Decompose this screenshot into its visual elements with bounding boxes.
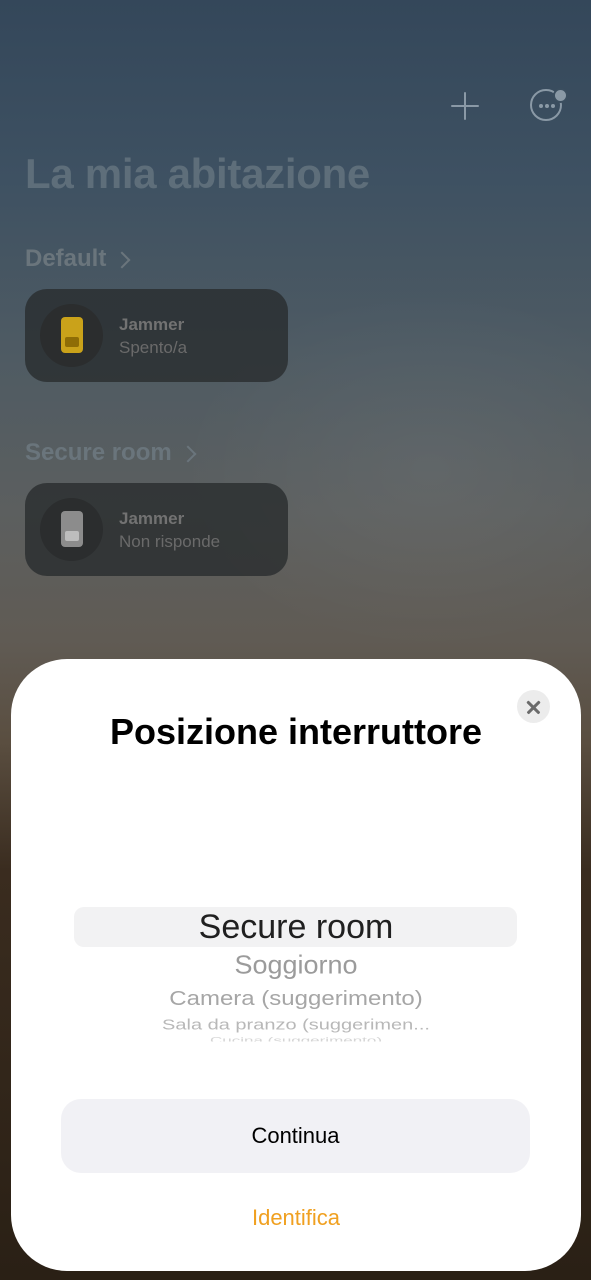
accessory-tile[interactable]: Jammer Non risponde [25,483,288,576]
sheet-title: Posizione interruttore [109,711,483,752]
notification-badge [553,88,568,103]
accessory-tile[interactable]: Jammer Spento/a [25,289,288,382]
section-title: Default [25,245,107,272]
section-title: Secure room [25,439,172,466]
chevron-right-icon [179,445,197,463]
accessory-icon-circle[interactable] [40,498,103,561]
accessory-status: Spento/a [119,338,188,357]
picker-option-selected[interactable]: Secure room [11,907,581,947]
chevron-right-icon [113,251,131,269]
picker-option[interactable]: Camera (suggerimento) [11,987,581,1011]
section-header-default[interactable]: Default [25,245,131,273]
accessory-icon-circle[interactable] [40,304,103,367]
page-title: La mia abitazione [25,150,370,197]
bottom-sheet: Posizione interruttore Secure room Soggi… [11,659,581,1271]
light-switch-icon [61,317,83,353]
accessory-status: Non risponde [119,532,221,551]
picker-option[interactable]: Sala da pranzo (suggerimen... [11,1017,581,1033]
ellipsis-circle-icon[interactable] [525,84,569,128]
room-picker[interactable]: Secure room Soggiorno Camera (suggerimen… [11,899,581,1059]
section-header-secure-room[interactable]: Secure room [25,439,197,467]
identify-link[interactable]: Identifica [11,1205,581,1231]
accessory-name: Jammer [119,509,185,528]
continue-button[interactable]: Continua [61,1099,530,1173]
picker-option[interactable]: Cucina (suggerimento) [11,1037,581,1042]
plus-icon[interactable] [443,84,487,128]
light-switch-icon [61,511,83,547]
accessory-name: Jammer [119,315,185,334]
picker-option[interactable]: Soggiorno [11,950,581,981]
